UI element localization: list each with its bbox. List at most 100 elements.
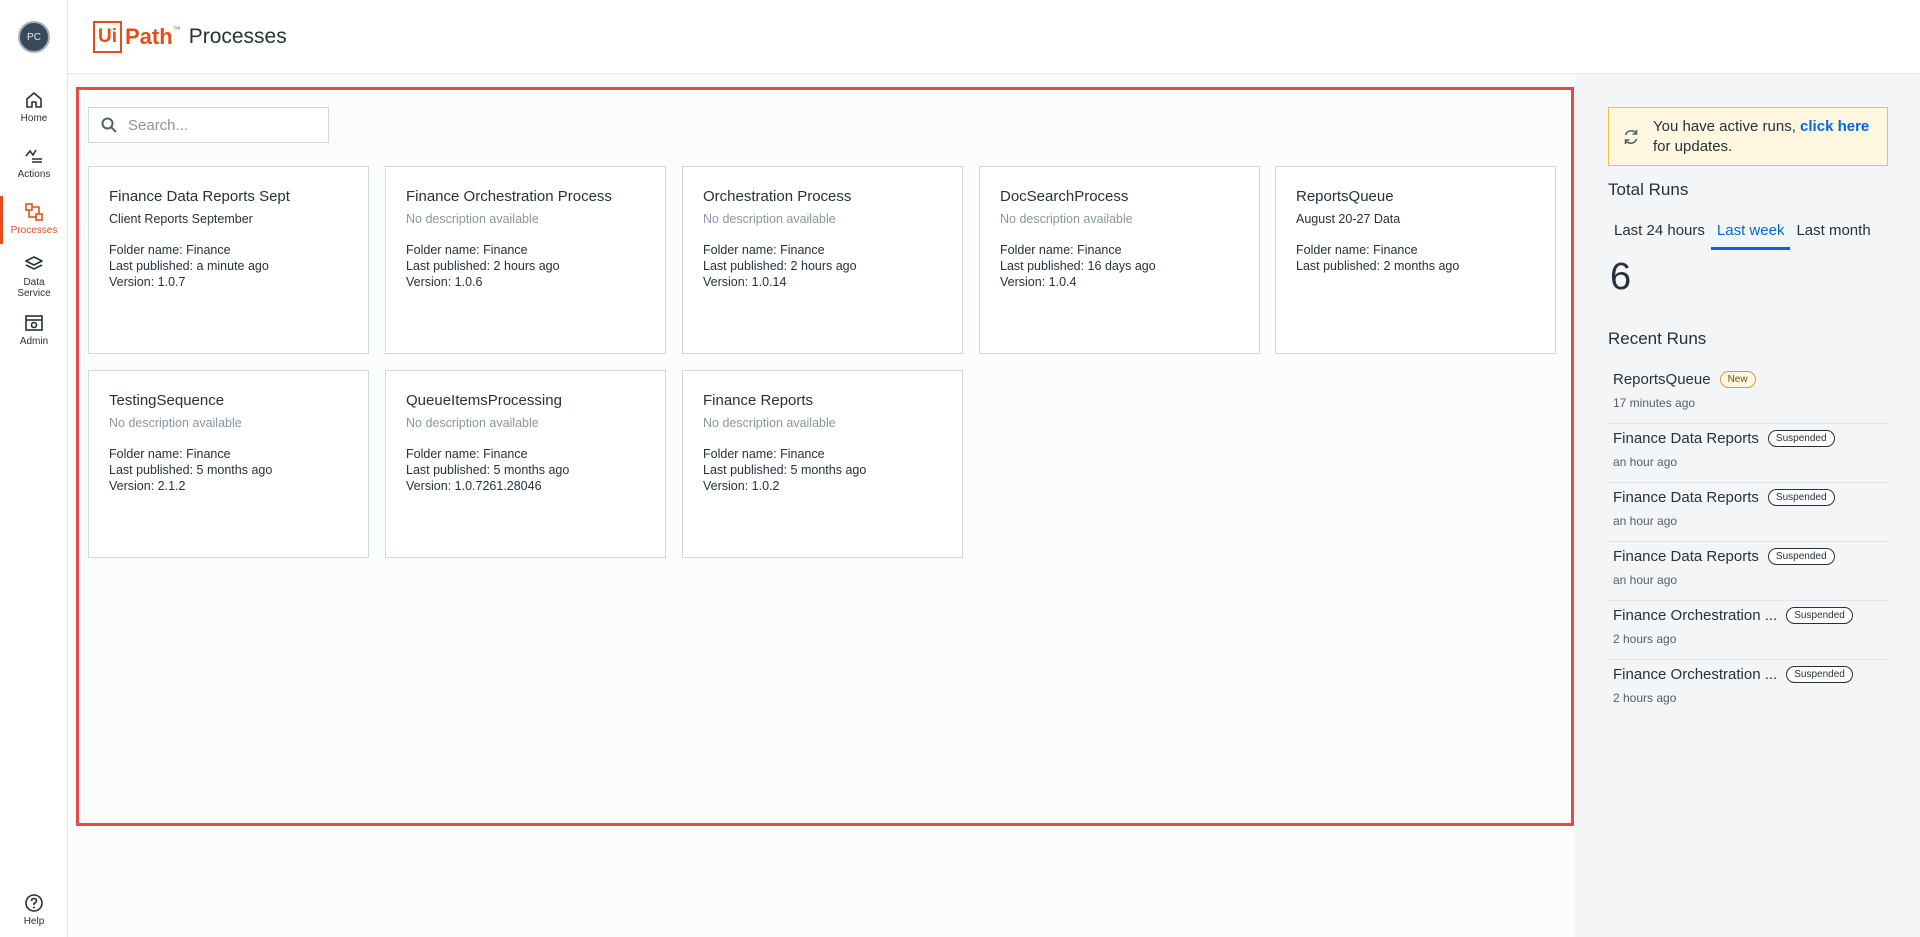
click-here-link[interactable]: click here xyxy=(1800,118,1869,135)
run-time: an hour ago xyxy=(1613,514,1678,528)
status-badge: Suspended xyxy=(1767,548,1835,565)
processes-icon xyxy=(25,203,43,221)
process-published: Last published: 5 months ago xyxy=(109,463,273,477)
left-nav: PC Home Actions Processes Data Service A… xyxy=(0,0,68,937)
run-name: Finance Data Reports xyxy=(1613,489,1759,506)
recent-run-item[interactable]: Finance Orchestration ... Suspended 2 hou… xyxy=(1608,601,1888,660)
user-avatar[interactable]: PC xyxy=(18,21,50,53)
logo-path-text: Path xyxy=(125,24,173,49)
process-published: Last published: 5 months ago xyxy=(406,463,570,477)
nav-home[interactable]: Home xyxy=(0,90,68,124)
status-badge: Suspended xyxy=(1786,666,1853,683)
run-name: Finance Orchestration ... xyxy=(1613,607,1778,624)
process-description: No description available xyxy=(1000,212,1133,226)
process-meta: Folder name: Finance Last published: 2 m… xyxy=(1296,242,1535,274)
search-box[interactable] xyxy=(88,107,329,143)
process-card[interactable]: Orchestration Process No description ava… xyxy=(682,166,963,354)
process-card[interactable]: ReportsQueue August 20-27 Data Folder na… xyxy=(1275,166,1556,354)
process-version: Version: 2.1.2 xyxy=(109,479,186,493)
run-name: Finance Orchestration ... xyxy=(1613,666,1778,683)
time-range-tabs: Last 24 hours Last week Last month xyxy=(1608,220,1877,250)
active-runs-banner: You have active runs, click here for upd… xyxy=(1608,107,1888,166)
process-title: TestingSequence xyxy=(109,392,225,409)
process-card[interactable]: TestingSequence No description available… xyxy=(88,370,369,558)
nav-admin-label: Admin xyxy=(19,336,49,347)
layers-icon xyxy=(25,256,43,270)
nav-data-service[interactable]: Data Service xyxy=(0,254,68,299)
process-version: Version: 1.0.6 xyxy=(406,275,483,289)
process-card[interactable]: Finance Data Reports Sept Client Reports… xyxy=(88,166,369,354)
top-header: Ui Path ™ Processes xyxy=(68,0,1920,74)
refresh-icon xyxy=(1624,129,1638,144)
process-folder: Folder name: Finance xyxy=(406,243,528,257)
admin-icon xyxy=(25,315,43,331)
process-description: August 20-27 Data xyxy=(1296,212,1401,226)
search-input[interactable] xyxy=(128,116,318,134)
recent-run-item[interactable]: Finance Data Reports Suspended an hour ag… xyxy=(1608,424,1888,483)
logo-trademark: ™ xyxy=(172,25,181,34)
process-meta: Folder name: Finance Last published: 5 m… xyxy=(406,446,645,494)
recent-run-item[interactable]: Finance Data Reports Suspended an hour ag… xyxy=(1608,542,1888,601)
run-name: Finance Data Reports xyxy=(1613,548,1759,565)
banner-text-before: You have active runs, xyxy=(1653,117,1801,135)
banner-text: You have active runs, click here for upd… xyxy=(1653,117,1887,157)
process-card[interactable]: Finance Reports No description available… xyxy=(682,370,963,558)
process-title: Finance Orchestration Process xyxy=(406,188,612,205)
process-published: Last published: 16 days ago xyxy=(1000,259,1156,273)
process-meta: Folder name: Finance Last published: 16 … xyxy=(1000,242,1239,290)
nav-help[interactable]: Help xyxy=(0,893,68,927)
process-description: Client Reports September xyxy=(109,212,253,226)
recent-runs-heading: Recent Runs xyxy=(1608,329,1707,348)
app-root: PC Home Actions Processes Data Service A… xyxy=(0,0,1920,937)
total-runs-heading: Total Runs xyxy=(1608,180,1689,199)
status-badge: Suspended xyxy=(1786,607,1853,624)
nav-data-service-label-1: Data xyxy=(23,277,45,288)
tab-last-24-hours[interactable]: Last 24 hours xyxy=(1608,220,1711,250)
process-title: ReportsQueue xyxy=(1296,188,1394,205)
status-badge: New xyxy=(1719,371,1756,388)
search-icon xyxy=(101,117,117,133)
run-time: an hour ago xyxy=(1613,573,1678,587)
status-badge: Suspended xyxy=(1767,489,1835,506)
process-version: Version: 1.0.4 xyxy=(1000,275,1077,289)
process-published: Last published: 2 hours ago xyxy=(703,259,857,273)
process-version: Version: 1.0.2 xyxy=(703,479,780,493)
process-version: Version: 1.0.7 xyxy=(109,275,186,289)
process-card[interactable]: Finance Orchestration Process No descrip… xyxy=(385,166,666,354)
process-folder: Folder name: Finance xyxy=(109,243,231,257)
process-published: Last published: 2 months ago xyxy=(1296,259,1460,273)
home-icon xyxy=(26,92,42,108)
process-meta: Folder name: Finance Last published: 5 m… xyxy=(703,446,942,494)
nav-actions[interactable]: Actions xyxy=(0,146,68,180)
process-description: No description available xyxy=(406,416,539,430)
process-folder: Folder name: Finance xyxy=(109,447,231,461)
nav-home-label: Home xyxy=(20,113,48,124)
actions-icon xyxy=(25,149,42,163)
recent-run-item[interactable]: Finance Orchestration ... Suspended 2 hou… xyxy=(1608,660,1888,719)
process-published: Last published: 5 months ago xyxy=(703,463,867,477)
recent-run-item[interactable]: ReportsQueue New 17 minutes ago xyxy=(1608,365,1888,424)
nav-help-label: Help xyxy=(23,916,45,927)
run-time: an hour ago xyxy=(1613,455,1678,469)
tab-last-week[interactable]: Last week xyxy=(1710,220,1791,250)
process-meta: Folder name: Finance Last published: 5 m… xyxy=(109,446,348,494)
process-description: No description available xyxy=(406,212,539,226)
process-meta: Folder name: Finance Last published: a m… xyxy=(109,242,348,290)
process-folder: Folder name: Finance xyxy=(406,447,528,461)
process-published: Last published: 2 hours ago xyxy=(406,259,560,273)
recent-run-item[interactable]: Finance Data Reports Suspended an hour ag… xyxy=(1608,483,1888,542)
nav-admin[interactable]: Admin xyxy=(0,313,68,347)
total-runs-count: 6 xyxy=(1610,256,1632,298)
tab-last-month[interactable]: Last month xyxy=(1790,220,1876,250)
process-title: Finance Reports xyxy=(703,392,814,409)
nav-processes[interactable]: Processes xyxy=(0,196,68,244)
process-description: No description available xyxy=(109,416,242,430)
run-name: Finance Data Reports xyxy=(1613,430,1759,447)
process-card[interactable]: DocSearchProcess No description availabl… xyxy=(979,166,1260,354)
run-time: 17 minutes ago xyxy=(1613,396,1696,410)
logo-ui-mark: Ui xyxy=(93,21,122,53)
process-meta: Folder name: Finance Last published: 2 h… xyxy=(703,242,942,290)
process-title: QueueItemsProcessing xyxy=(406,392,562,409)
process-card[interactable]: QueueItemsProcessing No description avai… xyxy=(385,370,666,558)
banner-text-after: for updates. xyxy=(1653,137,1733,155)
